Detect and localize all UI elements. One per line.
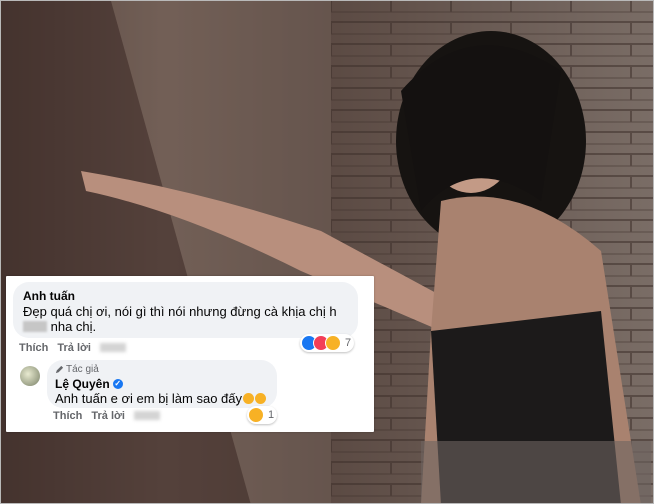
comment-text: Đẹp quá chị ơi, nói gì thì nói nhưng đừn… xyxy=(23,304,353,334)
comment-bubble: Anh tuấn Đẹp quá chị ơi, nói gì thì nói … xyxy=(13,282,358,338)
reply-like-button[interactable]: Thích xyxy=(53,410,82,422)
comment-timestamp-blurred xyxy=(99,343,126,352)
author-badge: Tác giả xyxy=(55,364,99,375)
photo-background: Anh tuấn Đẹp quá chị ơi, nói gì thì nói … xyxy=(0,0,654,504)
reply-text-content: Anh tuấn e ơi em bị làm sao đấy xyxy=(55,391,243,406)
verified-icon: ✓ xyxy=(112,379,123,389)
comment-thread: Anh tuấn Đẹp quá chị ơi, nói gì thì nói … xyxy=(6,276,374,432)
reaction-count: 7 xyxy=(345,337,352,349)
reply-bubble: Tác giả Lệ Quyên ✓ Anh tuấn e ơi em bị l… xyxy=(47,360,277,408)
reaction-count: 1 xyxy=(268,409,275,421)
reply-actions: Thích Trả lời xyxy=(53,410,166,422)
redacted-word xyxy=(23,321,47,332)
reply-author[interactable]: Lệ Quyên ✓ xyxy=(55,377,123,391)
reply-text: Anh tuấn e ơi em bị làm sao đấy xyxy=(55,391,267,406)
comment-reactions[interactable]: 7 xyxy=(300,334,355,352)
avatar[interactable] xyxy=(20,366,40,386)
reply-timestamp-blurred xyxy=(133,411,160,420)
comment-actions: Thích Trả lời xyxy=(19,342,132,354)
comment-text-start: Đẹp quá chị ơi, nói gì thì nói nhưng đừn… xyxy=(23,304,337,319)
comment-reply-button[interactable]: Trả lời xyxy=(57,342,91,354)
author-badge-label: Tác giả xyxy=(66,364,99,375)
comment-like-button[interactable]: Thích xyxy=(19,342,48,354)
haha-icon xyxy=(248,407,264,423)
haha-icon xyxy=(325,335,341,351)
emoji-icon xyxy=(255,393,267,404)
reply-reactions[interactable]: 1 xyxy=(247,406,278,424)
comment-author[interactable]: Anh tuấn xyxy=(23,289,75,303)
pen-icon xyxy=(55,365,64,374)
reply-reply-button[interactable]: Trả lời xyxy=(91,410,125,422)
comment-text-end: nha chị. xyxy=(47,319,97,334)
emoji-icon xyxy=(243,393,255,404)
reply-author-name[interactable]: Lệ Quyên xyxy=(55,377,110,391)
